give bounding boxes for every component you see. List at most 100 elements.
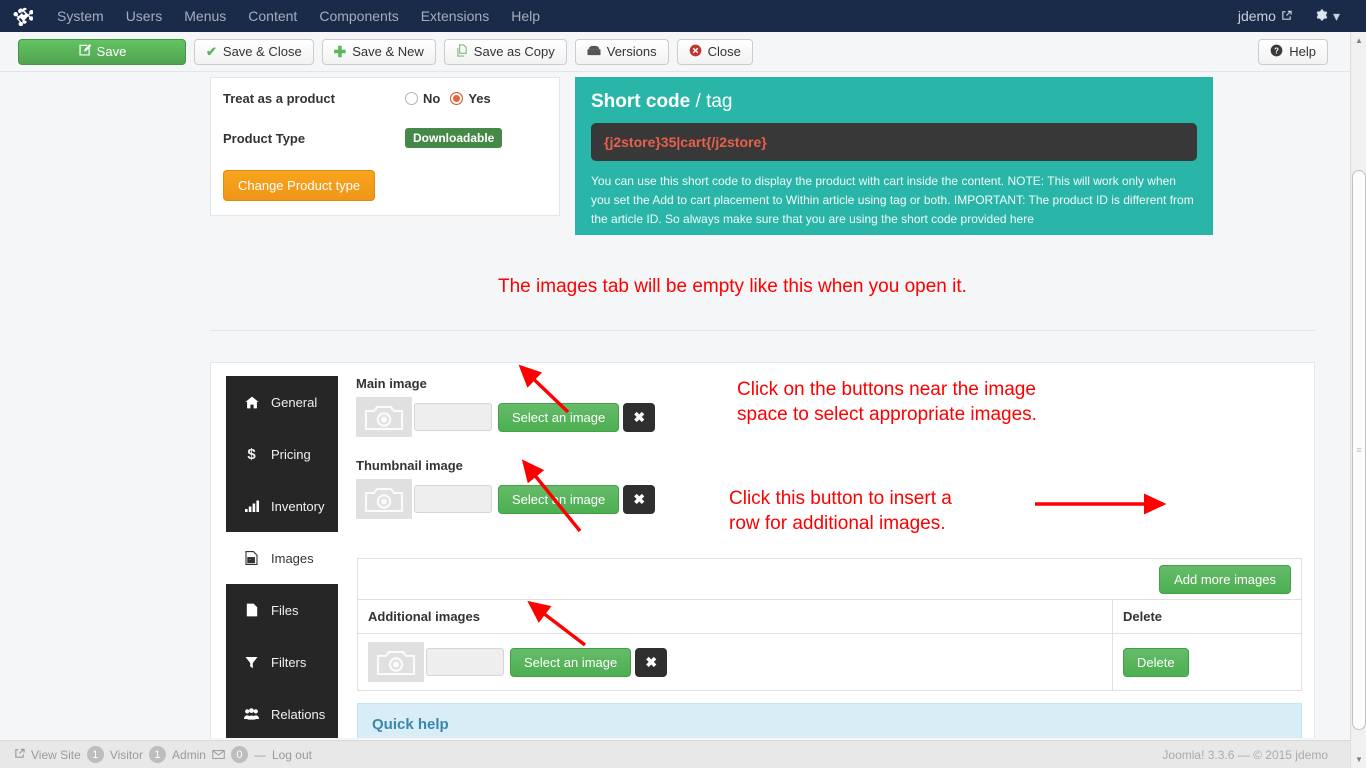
main-image-label: Main image	[356, 376, 1314, 391]
toolbar: Save ✔ Save & Close ✚ Save & New Save as…	[0, 32, 1350, 72]
user-name: jdemo	[1238, 8, 1276, 24]
admin-bar: System Users Menus Content Components Ex…	[0, 0, 1366, 32]
camera-icon	[368, 642, 424, 682]
additional-select-image-button[interactable]: Select an image	[510, 648, 631, 677]
visitor-label: Visitor	[110, 748, 143, 762]
tab-relations[interactable]: Relations	[226, 688, 338, 738]
svg-text:?: ?	[1274, 46, 1279, 55]
tab-filters-label: Filters	[271, 655, 306, 670]
save-copy-button[interactable]: Save as Copy	[444, 39, 567, 65]
nav-users[interactable]: Users	[115, 0, 174, 32]
message-count-badge: 0	[231, 746, 248, 763]
change-product-type-button[interactable]: Change Product type	[223, 170, 375, 201]
versions-label: Versions	[607, 44, 657, 59]
product-type-badge: Downloadable	[405, 128, 502, 148]
divider	[210, 330, 1315, 331]
col-delete: Delete	[1113, 600, 1302, 634]
home-icon	[244, 396, 259, 409]
main-clear-image-button[interactable]: ✖	[623, 403, 655, 432]
save-new-button[interactable]: ✚ Save & New	[322, 39, 436, 65]
save-button[interactable]: Save	[18, 39, 186, 65]
camera-icon	[356, 479, 412, 519]
external-link-icon	[14, 748, 25, 762]
tab-pricing-label: Pricing	[271, 447, 311, 462]
tab-general[interactable]: General	[226, 376, 338, 428]
tab-images-label: Images	[271, 551, 314, 566]
tab-inventory[interactable]: Inventory	[226, 480, 338, 532]
view-site-link[interactable]: View Site	[31, 748, 81, 762]
nav-system[interactable]: System	[46, 0, 115, 32]
tab-relations-label: Relations	[271, 707, 325, 722]
shortcode-value[interactable]: {j2store}35|cart{/j2store}	[591, 123, 1197, 161]
joomla-logo-icon[interactable]	[0, 6, 46, 26]
save-close-label: Save & Close	[223, 44, 302, 59]
question-circle-icon: ?	[1270, 44, 1283, 60]
status-bar: View Site 1 Visitor 1 Admin 0 — Log out …	[0, 740, 1350, 768]
camera-icon	[356, 397, 412, 437]
plus-icon: ✚	[334, 43, 347, 61]
nav-components[interactable]: Components	[308, 0, 409, 32]
envelope-icon	[212, 748, 225, 762]
table-header-row: Additional images Delete	[358, 600, 1302, 634]
logout-link[interactable]: Log out	[272, 748, 312, 762]
delete-cell: Delete	[1113, 634, 1302, 691]
save-icon	[78, 44, 91, 60]
additional-clear-image-button[interactable]: ✖	[635, 648, 667, 677]
close-button[interactable]: Close	[677, 39, 753, 65]
add-more-images-bar: Add more images	[357, 558, 1302, 600]
bar-chart-icon	[244, 500, 259, 512]
archive-icon	[587, 44, 601, 59]
tab-filters[interactable]: Filters	[226, 636, 338, 688]
treat-radio-yes[interactable]	[450, 92, 463, 105]
additional-image-input[interactable]	[426, 648, 504, 676]
nav-help[interactable]: Help	[500, 0, 551, 32]
settings-menu[interactable]: ▾	[1314, 8, 1340, 25]
nav-menus[interactable]: Menus	[173, 0, 237, 32]
thumbnail-image-row: Select an image ✖	[356, 479, 1314, 519]
shortcode-title-slash: / tag	[690, 91, 732, 112]
main-image-input[interactable]	[414, 403, 492, 431]
treat-radio-no[interactable]	[405, 92, 418, 105]
save-copy-label: Save as Copy	[474, 44, 555, 59]
gear-icon	[1314, 8, 1328, 25]
scroll-up-arrow[interactable]: ▲	[1351, 32, 1366, 49]
tab-pricing[interactable]: $ Pricing	[226, 428, 338, 480]
save-close-button[interactable]: ✔ Save & Close	[194, 39, 314, 65]
funnel-icon	[244, 656, 259, 669]
thumbnail-image-input[interactable]	[414, 485, 492, 513]
external-link-icon	[1281, 8, 1292, 24]
thumbnail-select-image-button[interactable]: Select an image	[498, 485, 619, 514]
main-select-image-button[interactable]: Select an image	[498, 403, 619, 432]
close-circle-icon	[689, 44, 702, 60]
thumbnail-clear-image-button[interactable]: ✖	[623, 485, 655, 514]
vertical-scrollbar[interactable]: ▲ ▼	[1350, 32, 1366, 768]
thumbnail-image-label: Thumbnail image	[356, 458, 1314, 473]
shortcode-description: You can use this short code to display t…	[591, 172, 1197, 229]
image-icon	[244, 551, 259, 565]
scrollbar-thumb[interactable]	[1352, 170, 1366, 730]
product-tabs: General $ Pricing Inventory	[226, 376, 338, 738]
tab-images[interactable]: Images	[226, 532, 338, 584]
product-type-label: Product Type	[223, 131, 405, 146]
nav-extensions[interactable]: Extensions	[410, 0, 500, 32]
tab-inventory-label: Inventory	[271, 499, 324, 514]
col-additional-images: Additional images	[358, 600, 1113, 634]
delete-row-button[interactable]: Delete	[1123, 648, 1189, 677]
shortcode-panel: Short code / tag {j2store}35|cart{/j2sto…	[575, 77, 1213, 235]
close-label: Close	[708, 44, 741, 59]
help-button[interactable]: ? Help	[1258, 39, 1328, 65]
user-menu[interactable]: jdemo	[1238, 8, 1292, 24]
chevron-down-icon: ▾	[1333, 8, 1340, 25]
shortcode-title: Short code / tag	[591, 91, 1197, 113]
versions-button[interactable]: Versions	[575, 39, 669, 65]
treat-as-product-label: Treat as a product	[223, 91, 405, 106]
file-icon	[244, 603, 259, 617]
add-more-images-button[interactable]: Add more images	[1159, 565, 1291, 594]
nav-content[interactable]: Content	[237, 0, 308, 32]
tab-general-label: General	[271, 395, 317, 410]
tab-files[interactable]: Files	[226, 584, 338, 636]
visitor-count-badge: 1	[87, 746, 104, 763]
copy-icon	[456, 44, 468, 60]
scroll-down-arrow[interactable]: ▼	[1351, 751, 1366, 768]
images-pane: Main image Select an image ✖ Thumbnail i…	[356, 376, 1314, 523]
